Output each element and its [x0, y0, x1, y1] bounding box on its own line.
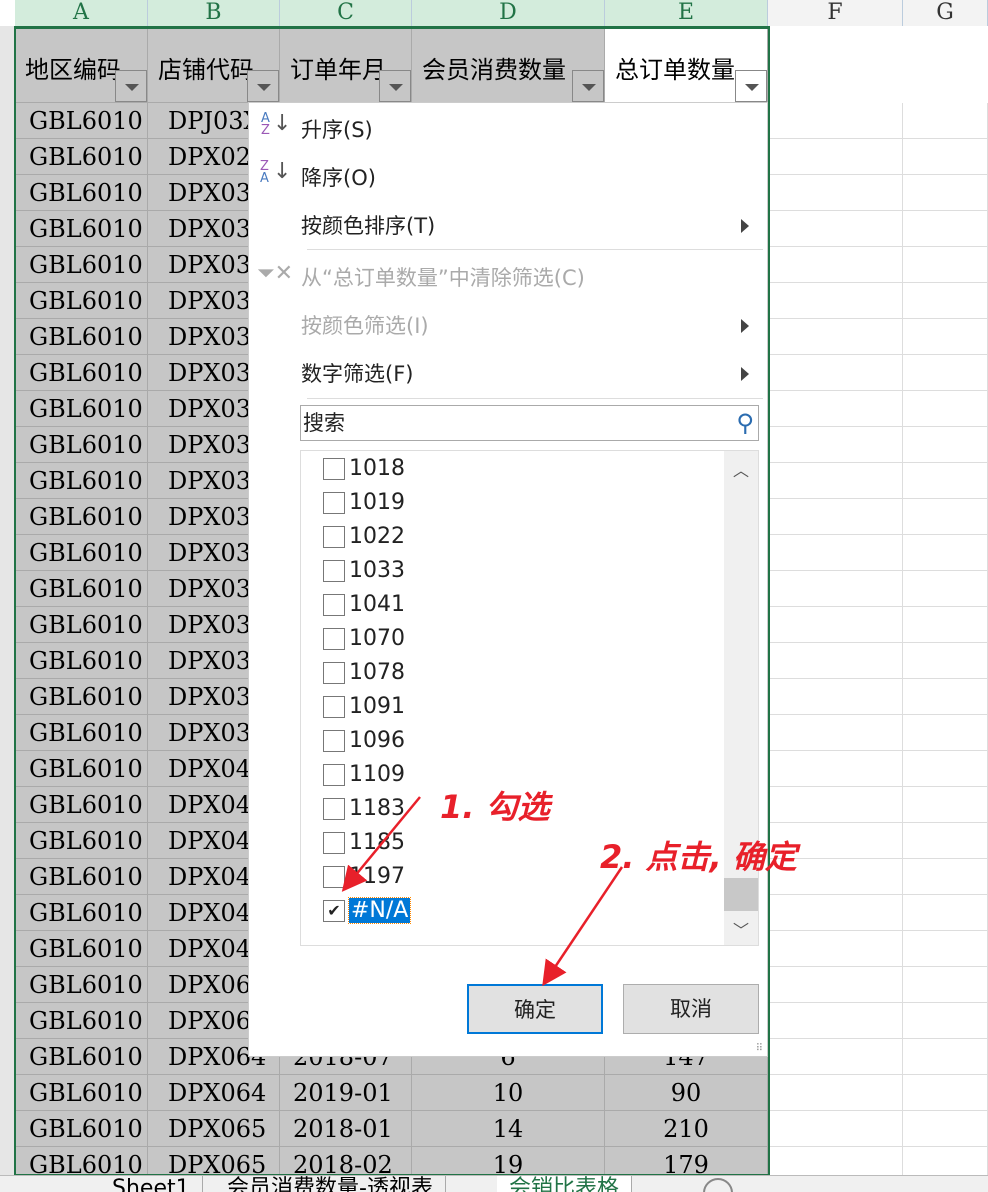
arrow-to-ok — [542, 866, 624, 987]
sheet-tab[interactable]: Sheet1 — [100, 1176, 203, 1192]
arrow-to-checkbox — [341, 796, 421, 892]
annotation-step1: 1. 勾选 — [440, 788, 550, 826]
sheet-tab[interactable]: 会销比表格 — [497, 1176, 633, 1192]
add-sheet-icon[interactable] — [703, 1178, 733, 1192]
annotation-arrows — [341, 796, 624, 987]
sheet-tab[interactable]: 会员消费数量-透视表 — [215, 1176, 446, 1192]
annotation-step2: 2. 点击, 确定 — [600, 838, 797, 876]
sheet-tab-bar: Sheet1 会员消费数量-透视表 会销比表格 — [0, 1175, 988, 1192]
